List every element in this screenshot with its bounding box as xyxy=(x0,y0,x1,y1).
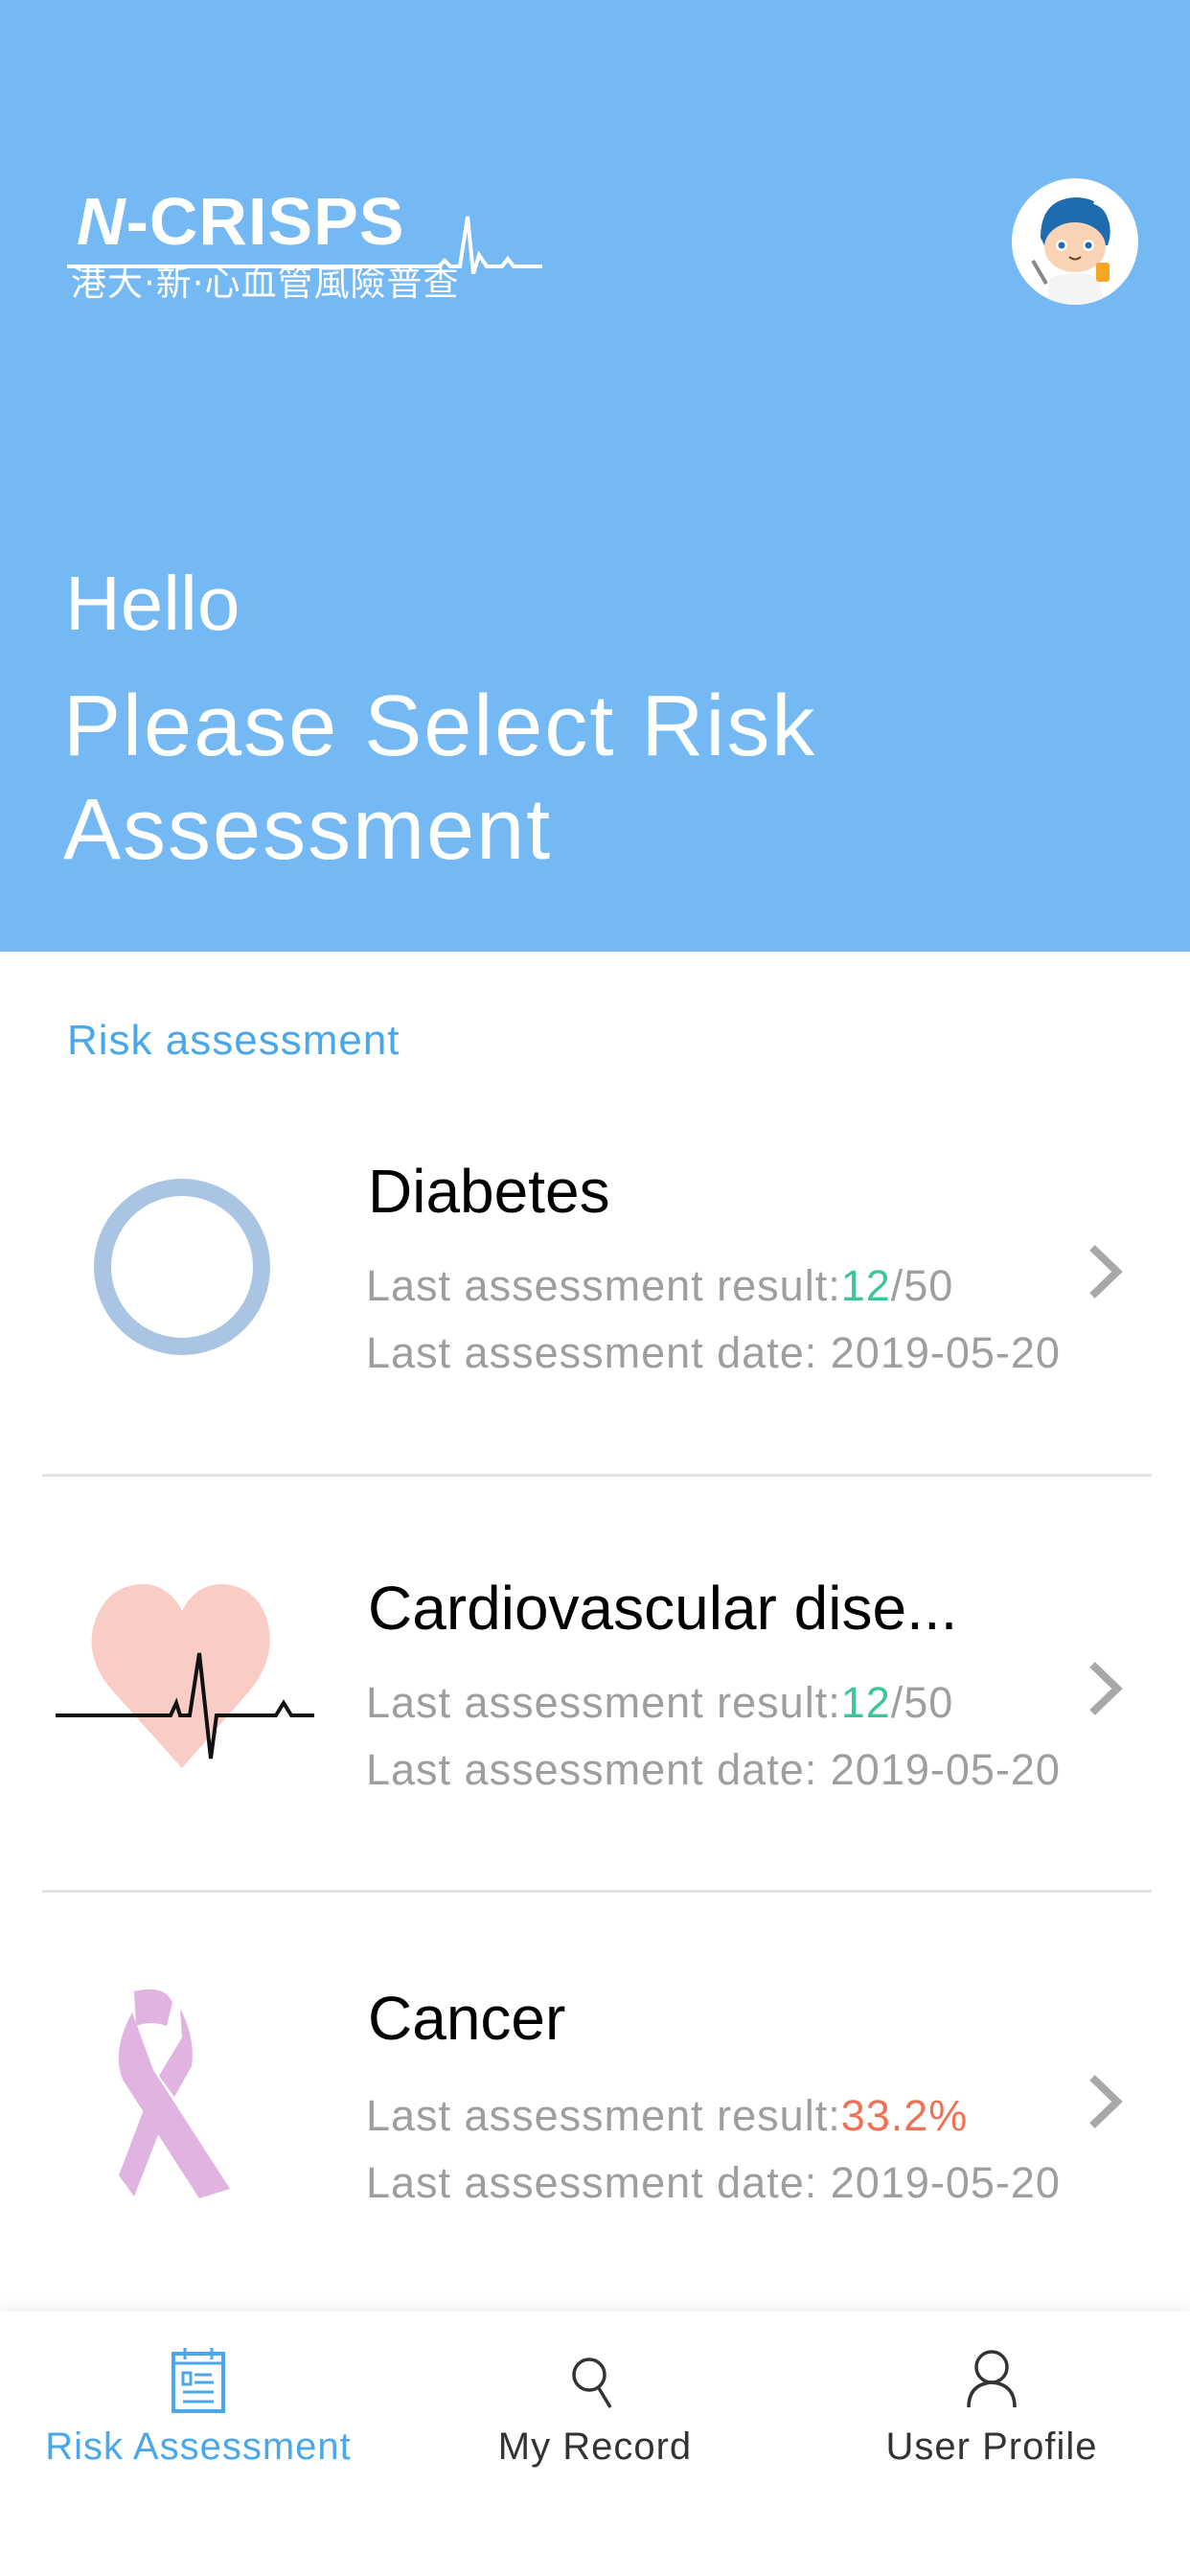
ring-icon xyxy=(38,1140,326,1390)
logo-subtitle: 港大·新·心血管風險普查 xyxy=(71,263,460,304)
tab-risk-assessment[interactable]: Risk Assessment xyxy=(0,2312,397,2576)
user-icon xyxy=(963,2346,1020,2418)
page-title: Please Select Risk Assessment xyxy=(63,678,817,878)
assessment-title: Cancer xyxy=(368,1984,566,2053)
date-value: 2019-05-20 xyxy=(830,2158,1061,2207)
chevron-right-icon[interactable] xyxy=(1083,1238,1131,1305)
date-line: Last assessment date: 2019-05-20 xyxy=(366,1326,1061,1380)
assessment-card-cardiovascular[interactable]: Cardiovascular dise... Last assessment r… xyxy=(0,1519,1190,1921)
assessment-card-cancer[interactable]: Cancer Last assessment result:33.2% Last… xyxy=(0,1936,1190,2338)
clipboard-icon xyxy=(170,2346,227,2418)
doctor-mascot-icon xyxy=(1016,182,1134,305)
assessment-card-diabetes[interactable]: Diabetes Last assessment result:12/50 La… xyxy=(0,1102,1190,1505)
result-line: Last assessment result:12/50 xyxy=(366,1676,953,1730)
result-line: Last assessment result:33.2% xyxy=(366,2089,968,2143)
chevron-right-icon[interactable] xyxy=(1083,1655,1131,1722)
avatar[interactable] xyxy=(1012,178,1138,305)
date-line: Last assessment date: 2019-05-20 xyxy=(366,1743,1061,1797)
tab-user-profile[interactable]: User Profile xyxy=(793,2312,1190,2576)
greeting: Hello xyxy=(65,561,240,646)
date-label: Last assessment date: xyxy=(366,1328,818,1377)
search-icon xyxy=(566,2346,624,2418)
date-label: Last assessment date: xyxy=(366,1745,818,1794)
result-label: Last assessment result: xyxy=(366,2091,841,2140)
assessment-title: Diabetes xyxy=(368,1157,610,1226)
result-value: 12 xyxy=(840,1678,891,1727)
date-value: 2019-05-20 xyxy=(830,1745,1061,1794)
result-label: Last assessment result: xyxy=(366,1261,841,1310)
heart-pulse-icon xyxy=(46,1548,333,1797)
chevron-right-icon[interactable] xyxy=(1083,2068,1131,2135)
tab-my-record[interactable]: My Record xyxy=(397,2312,793,2576)
date-line: Last assessment date: 2019-05-20 xyxy=(366,2156,1061,2210)
result-suffix: /50 xyxy=(890,1261,954,1310)
tab-label: My Record xyxy=(497,2426,693,2468)
header-banner: N-CRISPS 港大·新·心血管風險普查 Hello Please Selec… xyxy=(0,0,1190,952)
section-title: Risk assessment xyxy=(67,1017,400,1064)
date-value: 2019-05-20 xyxy=(830,1328,1061,1377)
divider xyxy=(42,1890,1152,1893)
assessment-title: Cardiovascular dise... xyxy=(368,1574,958,1643)
divider xyxy=(42,1474,1152,1477)
result-value: 33.2% xyxy=(840,2091,969,2140)
date-label: Last assessment date: xyxy=(366,2158,818,2207)
result-suffix: /50 xyxy=(890,1678,954,1727)
result-value: 12 xyxy=(840,1261,891,1310)
result-label: Last assessment result: xyxy=(366,1678,841,1727)
logo-title: N-CRISPS xyxy=(77,188,405,255)
logo-title-n: N xyxy=(77,184,126,259)
awareness-ribbon-icon xyxy=(38,1984,326,2233)
bottom-tab-bar: Risk Assessment My Record User Profile xyxy=(0,2312,1190,2576)
n-crisps-logo: N-CRISPS 港大·新·心血管風險普查 xyxy=(65,188,544,312)
tab-label: Risk Assessment xyxy=(45,2426,352,2468)
tab-label: User Profile xyxy=(885,2426,1098,2468)
result-line: Last assessment result:12/50 xyxy=(366,1259,953,1313)
logo-title-rest: -CRISPS xyxy=(126,184,405,259)
